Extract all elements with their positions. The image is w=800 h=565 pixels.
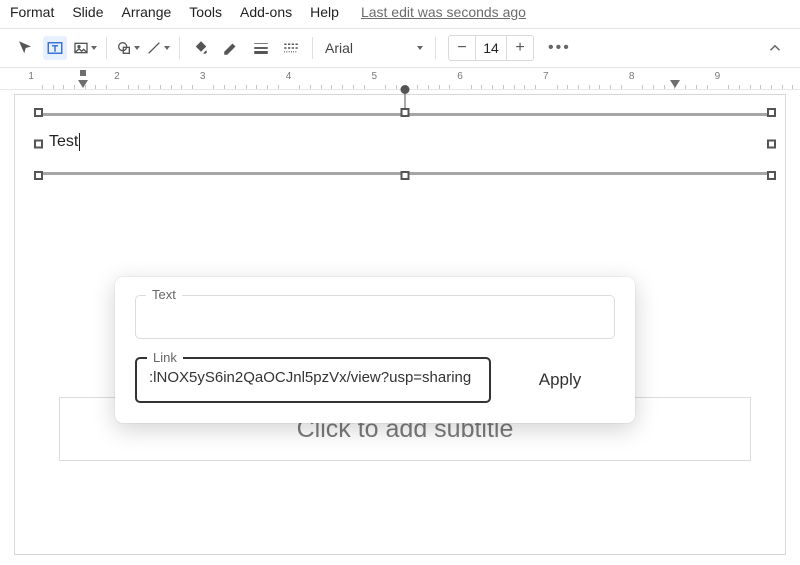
ruler-label: 1 bbox=[28, 71, 34, 82]
chevron-down-icon bbox=[164, 46, 170, 50]
ruler-label: 6 bbox=[457, 71, 463, 82]
fill-color-icon[interactable] bbox=[189, 36, 213, 60]
separator bbox=[312, 37, 313, 59]
resize-handle[interactable] bbox=[767, 108, 776, 117]
chevron-down-icon bbox=[91, 46, 97, 50]
ruler-label: 2 bbox=[114, 71, 120, 82]
border-color-icon[interactable] bbox=[219, 36, 243, 60]
collapse-toolbar-icon[interactable] bbox=[763, 36, 787, 60]
menu-arrange[interactable]: Arrange bbox=[121, 4, 171, 20]
resize-handle[interactable] bbox=[767, 171, 776, 180]
ruler-label: 8 bbox=[629, 71, 635, 82]
separator bbox=[106, 37, 107, 59]
resize-handle[interactable] bbox=[767, 140, 776, 149]
menu-format[interactable]: Format bbox=[10, 4, 54, 20]
last-edit-status[interactable]: Last edit was seconds ago bbox=[361, 4, 526, 20]
border-dash-icon[interactable] bbox=[279, 36, 303, 60]
resize-handle[interactable] bbox=[34, 140, 43, 149]
link-text-label: Text bbox=[146, 287, 182, 302]
font-size-increase[interactable]: + bbox=[507, 36, 533, 60]
indent-left-handle[interactable] bbox=[78, 80, 88, 88]
more-options-icon[interactable]: ••• bbox=[540, 39, 579, 57]
text-cursor bbox=[79, 133, 80, 151]
font-size-value[interactable]: 14 bbox=[475, 36, 507, 60]
indent-right-handle[interactable] bbox=[670, 80, 680, 88]
ruler-label: 9 bbox=[715, 71, 721, 82]
menu-bar: Format Slide Arrange Tools Add-ons Help … bbox=[0, 0, 800, 28]
menu-help[interactable]: Help bbox=[310, 4, 339, 20]
font-family-picker[interactable]: Arial bbox=[319, 40, 429, 56]
ruler-label: 4 bbox=[286, 71, 292, 82]
menu-slide[interactable]: Slide bbox=[72, 4, 103, 20]
ruler-label: 7 bbox=[543, 71, 549, 82]
resize-handle[interactable] bbox=[34, 108, 43, 117]
ruler-label: 3 bbox=[200, 71, 206, 82]
chevron-down-icon bbox=[134, 46, 140, 50]
separator bbox=[435, 37, 436, 59]
textbox-tool-icon[interactable] bbox=[43, 36, 67, 60]
link-url-input[interactable]: :lNOX5yS6in2QaOCJnl5pzVx/view?usp=sharin… bbox=[149, 369, 477, 389]
select-tool-icon[interactable] bbox=[13, 36, 37, 60]
title-text[interactable]: Test bbox=[49, 133, 80, 151]
font-size-control: − 14 + bbox=[448, 35, 534, 61]
shape-tool-icon[interactable] bbox=[116, 36, 140, 60]
menu-addons[interactable]: Add-ons bbox=[240, 4, 292, 20]
image-tool-icon[interactable] bbox=[73, 36, 97, 60]
ruler-label: 5 bbox=[371, 71, 377, 82]
title-text-value: Test bbox=[49, 133, 78, 150]
font-size-decrease[interactable]: − bbox=[449, 36, 475, 60]
border-weight-icon[interactable] bbox=[249, 36, 273, 60]
menu-tools[interactable]: Tools bbox=[189, 4, 222, 20]
toolbar: Arial − 14 + ••• bbox=[0, 28, 800, 68]
apply-button-label: Apply bbox=[539, 370, 582, 390]
apply-button[interactable]: Apply bbox=[505, 357, 615, 403]
link-text-input[interactable] bbox=[148, 306, 602, 326]
slide-canvas[interactable]: Test Click to add subtitle Text Link :lN… bbox=[14, 94, 786, 555]
link-url-label: Link bbox=[147, 350, 183, 365]
link-text-field[interactable]: Text bbox=[135, 295, 615, 339]
link-url-field[interactable]: Link :lNOX5yS6in2QaOCJnl5pzVx/view?usp=s… bbox=[135, 357, 491, 403]
font-name: Arial bbox=[325, 40, 353, 56]
insert-link-popup: Text Link :lNOX5yS6in2QaOCJnl5pzVx/view?… bbox=[115, 277, 635, 423]
chevron-down-icon bbox=[417, 46, 423, 50]
resize-handle[interactable] bbox=[401, 108, 410, 117]
separator bbox=[179, 37, 180, 59]
resize-handle[interactable] bbox=[34, 171, 43, 180]
line-tool-icon[interactable] bbox=[146, 36, 170, 60]
